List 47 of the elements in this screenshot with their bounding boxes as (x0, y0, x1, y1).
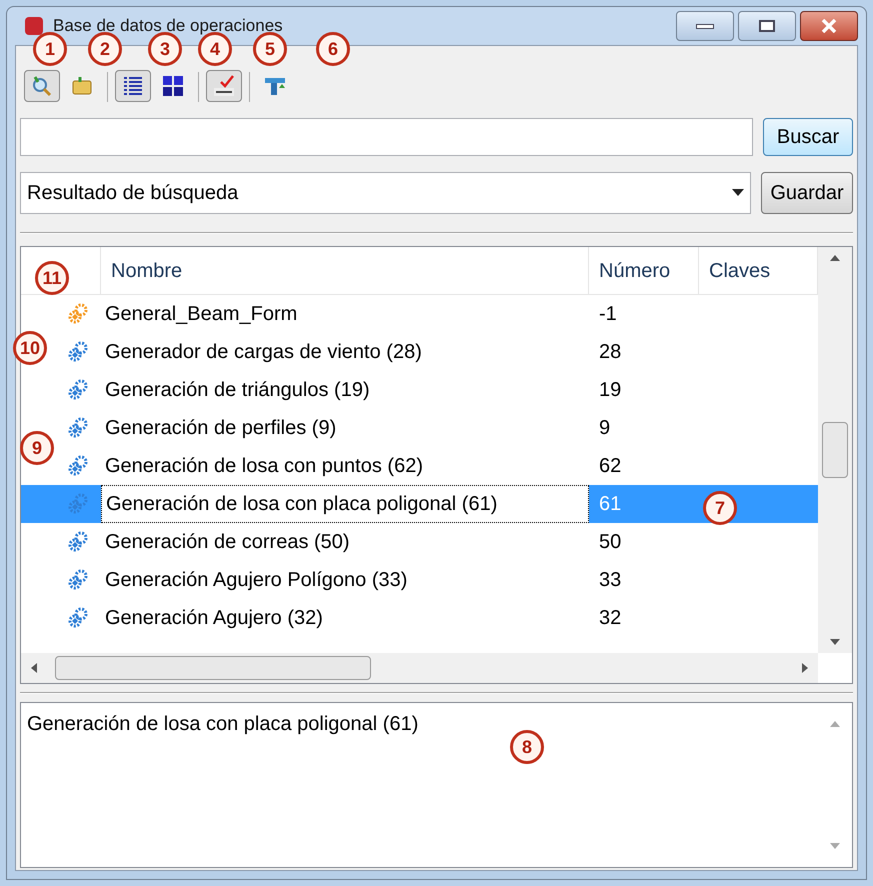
tiles-icon (161, 74, 185, 98)
close-button[interactable] (800, 11, 858, 41)
column-header[interactable]: Nombre (101, 247, 589, 294)
table-cell[interactable]: 19 (589, 371, 699, 409)
scroll-thumb[interactable] (822, 422, 848, 478)
table-cell-text: Generador de cargas de viento (28) (104, 340, 423, 365)
window-title: Base de datos de operaciones (53, 17, 283, 35)
save-button[interactable]: Guardar (761, 172, 853, 214)
scroll-thumb[interactable] (55, 656, 371, 680)
table-cell[interactable]: 62 (589, 447, 699, 485)
table-cell[interactable]: -1 (589, 295, 699, 333)
table-cell[interactable]: 33 (589, 561, 699, 599)
table-cell: Generación de losa con placa poligonal (61) (101, 485, 589, 523)
magnifier-icon (30, 74, 54, 98)
dropdown-caret-icon (732, 189, 744, 197)
table-cell[interactable]: 28 (589, 333, 699, 371)
table-cell-text: Generación Agujero (32) (104, 606, 324, 631)
table-cell[interactable]: 50 (589, 523, 699, 561)
table-cell-text: Generación de correas (50) (104, 530, 351, 555)
toolbar-button[interactable] (115, 70, 151, 102)
search-button[interactable]: Buscar (763, 118, 853, 156)
table-cell-text: Generación de perfiles (9) (104, 416, 338, 441)
horizontal-scrollbar[interactable] (21, 653, 818, 683)
search-field[interactable] (20, 118, 753, 156)
result-dropdown[interactable]: Resultado de búsqueda (20, 172, 751, 214)
maximize-button[interactable] (738, 11, 796, 41)
table-cell-text: Generación Agujero Polígono (33) (104, 568, 408, 593)
spellcheck-icon (211, 74, 237, 98)
table-cell-text: General_Beam_Form (104, 302, 298, 327)
table-cell-text: Generación de triángulos (19) (104, 378, 371, 403)
vertical-scrollbar[interactable] (818, 247, 852, 653)
table-cell[interactable]: 32 (589, 599, 699, 637)
description-text: Generación de losa con placa poligonal (61) (26, 712, 420, 737)
column-header[interactable]: Número (589, 247, 699, 294)
close-icon (821, 19, 837, 33)
scroll-left-icon (31, 663, 37, 673)
minimize-button[interactable] (676, 11, 734, 41)
scroll-down-icon (830, 843, 840, 849)
scroll-down-icon (830, 639, 840, 645)
list-icon (121, 74, 145, 98)
table-cell[interactable]: 9 (589, 409, 699, 447)
scroll-up-icon (830, 255, 840, 261)
app-icon (25, 17, 43, 35)
scroll-right-icon (802, 663, 808, 673)
table-cell-text: Generación de losa con puntos (62) (104, 454, 424, 479)
scroll-up-icon (830, 721, 840, 727)
toolbar-button[interactable] (206, 70, 242, 102)
